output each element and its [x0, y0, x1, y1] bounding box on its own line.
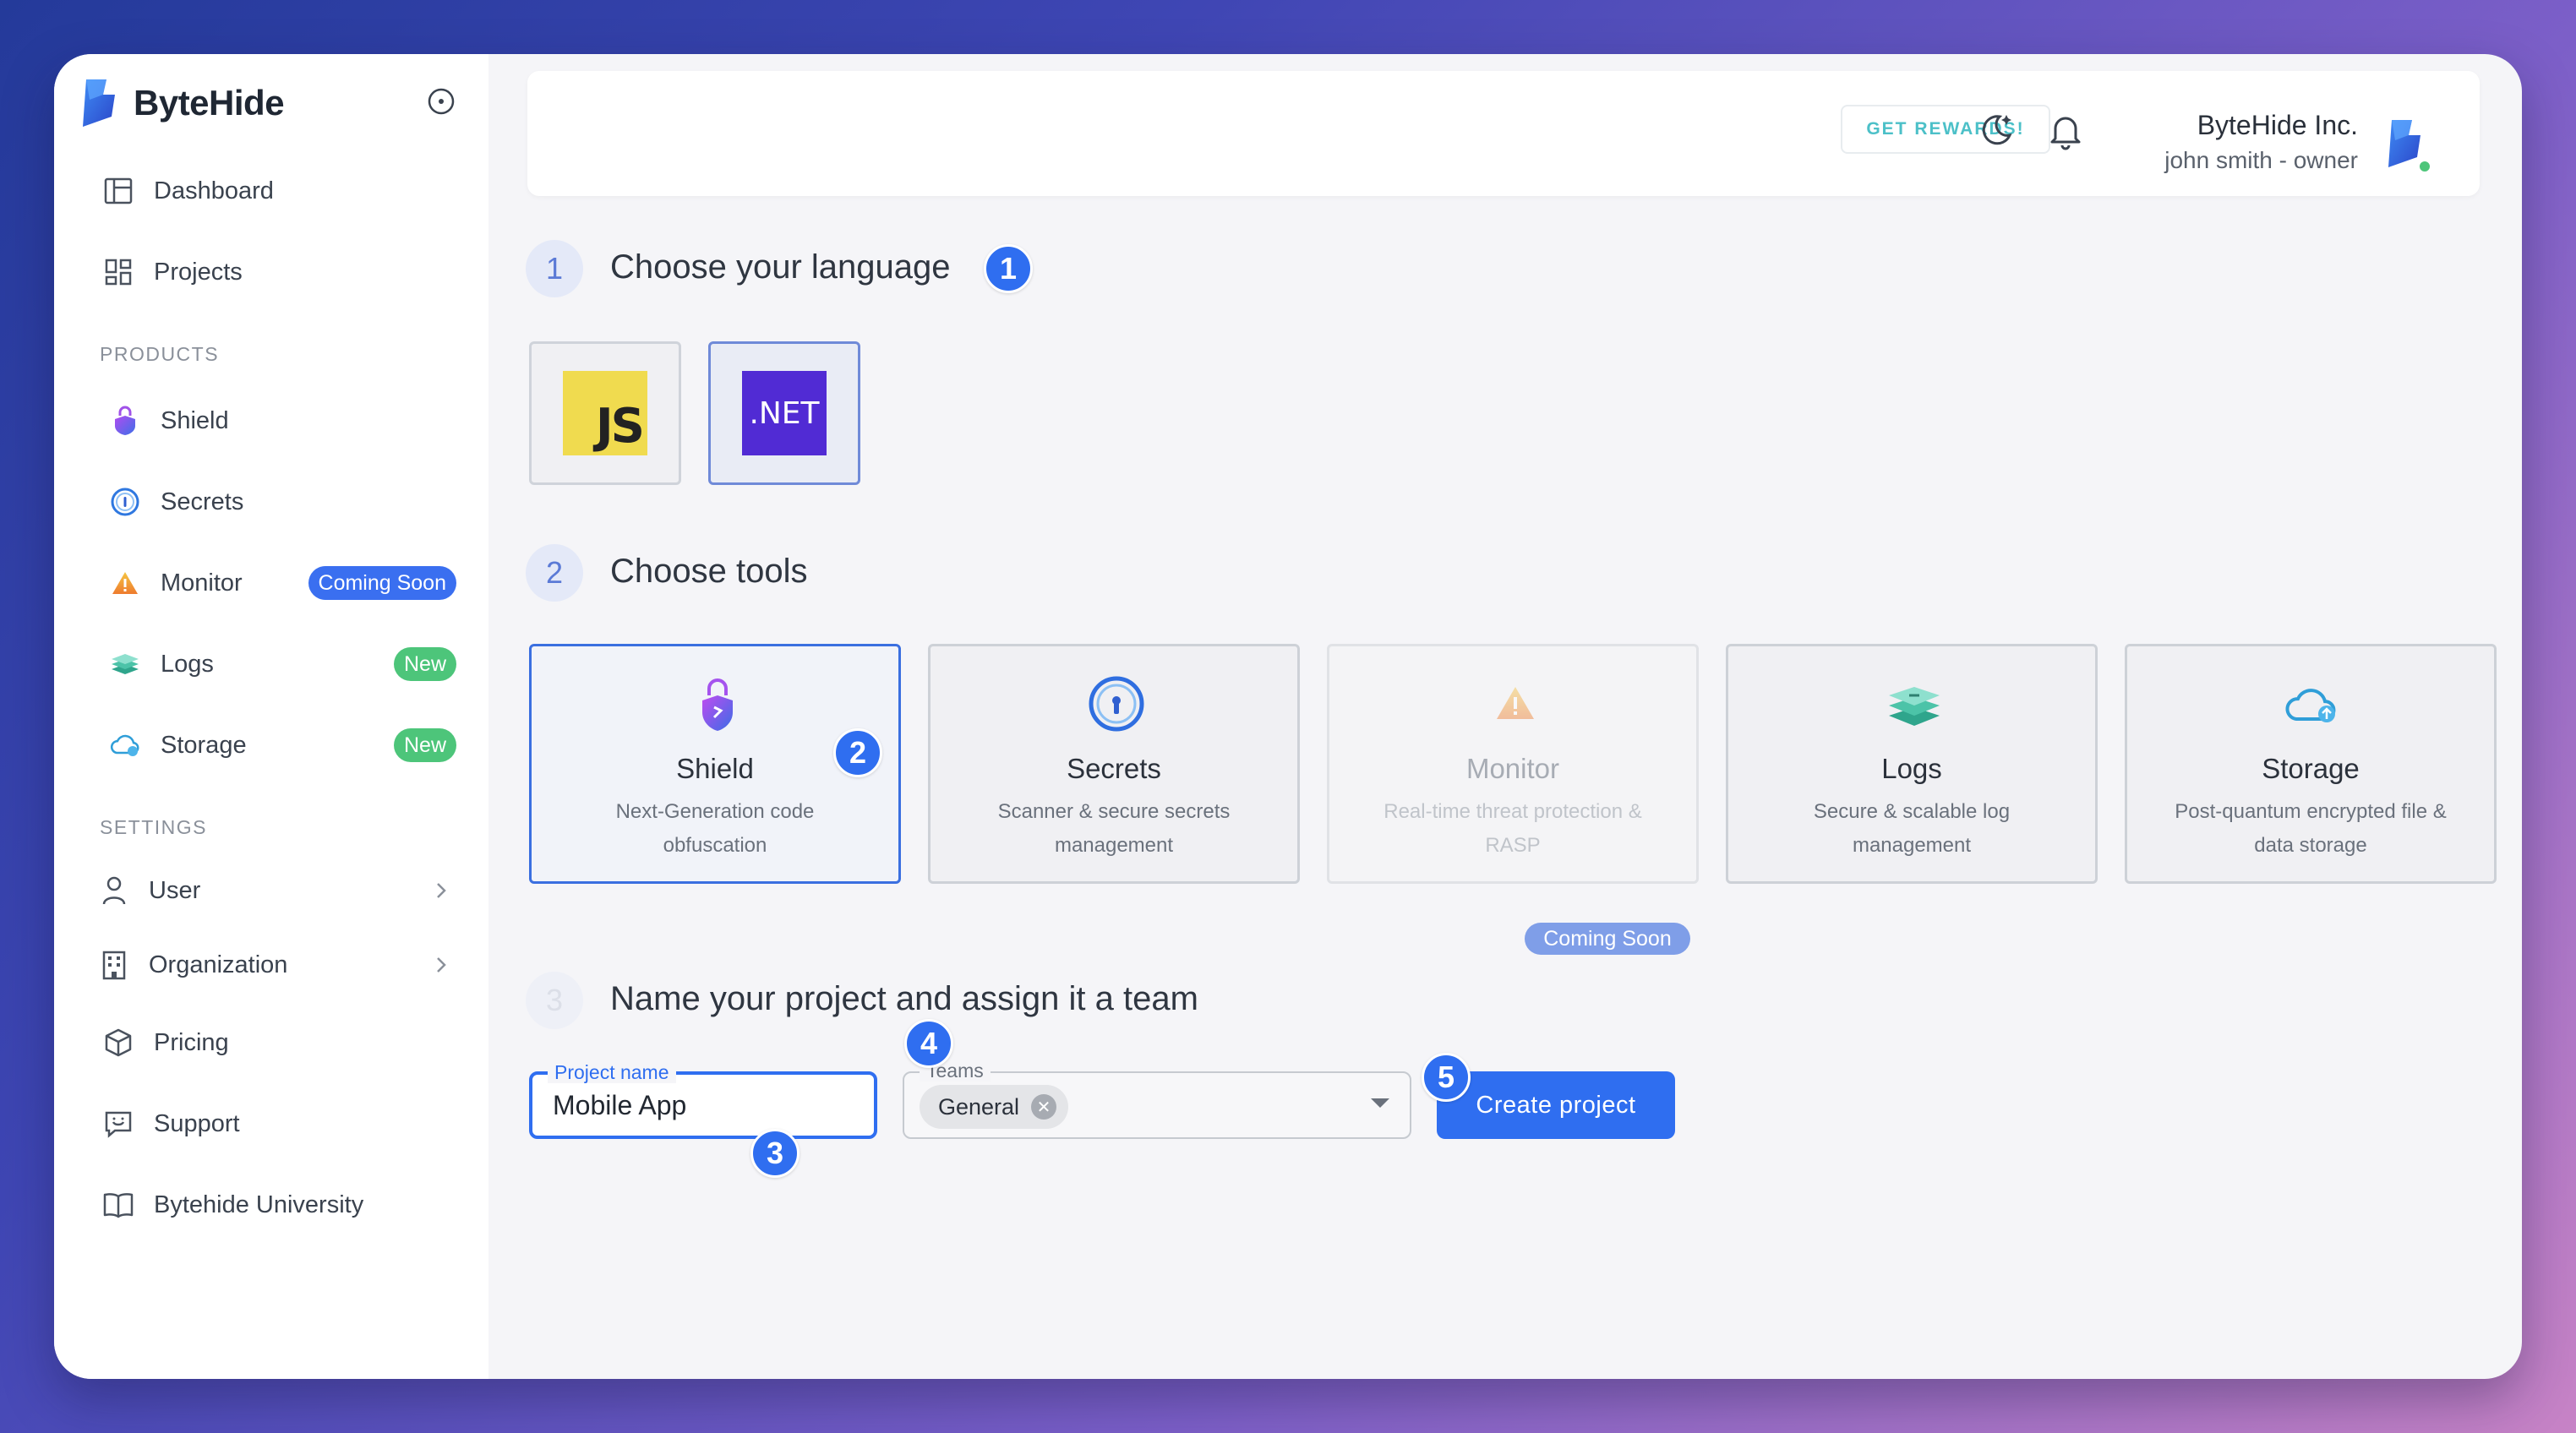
projects-icon	[101, 255, 135, 289]
support-icon	[101, 1107, 135, 1141]
step-number: 2	[526, 544, 583, 602]
sidebar-item-secrets[interactable]: Secrets	[108, 475, 456, 529]
online-status-dot	[2417, 159, 2432, 174]
sidebar-item-label: Storage	[161, 731, 247, 759]
coming-soon-badge: Coming Soon	[308, 566, 456, 600]
language-option-dotnet[interactable]: .NET	[708, 341, 860, 485]
section-label-settings: SETTINGS	[100, 816, 208, 838]
sidebar-item-label: Secrets	[161, 488, 244, 515]
tool-title: Storage	[2262, 753, 2360, 784]
tool-description: Secure & scalable log management	[1813, 800, 2011, 857]
sidebar-item-organization[interactable]: Organization	[101, 938, 456, 992]
book-icon	[101, 1188, 135, 1222]
step-number: 1	[526, 240, 583, 297]
user-role: john smith - owner	[2164, 147, 2358, 173]
get-rewards-button[interactable]: GET REWARDS!	[1841, 105, 2050, 154]
tool-title: Monitor	[1465, 753, 1560, 784]
top-bar: GET REWARDS! ByteHide Inc. john smith - …	[527, 71, 2480, 196]
notifications-bell-icon[interactable]	[2045, 110, 2086, 150]
chevron-right-icon	[437, 957, 446, 973]
javascript-logo-icon: JS	[563, 371, 647, 455]
organization-name[interactable]: ByteHide Inc.	[2197, 110, 2358, 141]
annotation-marker: 1	[984, 244, 1033, 293]
sidebar-item-logs[interactable]: Logs New	[108, 637, 456, 691]
team-chip[interactable]: General ✕	[920, 1085, 1069, 1129]
section-label-products: PRODUCTS	[100, 343, 220, 365]
sidebar-item-university[interactable]: Bytehide University	[101, 1178, 456, 1232]
tool-card-storage[interactable]: Storage Post-quantum encrypted file & da…	[2125, 644, 2497, 884]
brand-name: ByteHide	[134, 83, 285, 123]
tool-title: Logs	[1881, 753, 1942, 784]
pricing-icon	[101, 1026, 135, 1060]
bytehide-logo-icon	[83, 79, 115, 127]
tool-description: Real-time threat protection & RASP	[1384, 800, 1642, 857]
monitor-icon	[1497, 687, 1534, 719]
sidebar-item-dashboard[interactable]: Dashboard	[101, 164, 456, 218]
secrets-icon	[108, 485, 142, 519]
dotnet-logo-icon: .NET	[742, 371, 827, 455]
user-icon	[101, 874, 127, 907]
logs-icon	[108, 647, 142, 681]
annotation-marker: 3	[750, 1129, 800, 1178]
secrets-icon	[1089, 676, 1144, 732]
sidebar-item-label: Bytehide University	[154, 1191, 364, 1218]
create-project-button[interactable]: Create project	[1437, 1071, 1675, 1139]
sidebar-item-storage[interactable]: Storage New	[108, 718, 456, 772]
tool-card-logs[interactable]: Logs Secure & scalable log management	[1726, 644, 2098, 884]
sidebar-item-label: Logs	[161, 650, 214, 678]
annotation-marker: 4	[904, 1019, 953, 1068]
sidebar-item-projects[interactable]: Projects	[101, 245, 456, 299]
project-name-field[interactable]: Project name Mobile App	[529, 1061, 877, 1139]
dashboard-icon	[101, 174, 135, 208]
new-badge: New	[393, 728, 456, 762]
dark-mode-moon-icon[interactable]	[1976, 110, 2017, 150]
tool-title: Secrets	[1067, 753, 1161, 784]
sidebar-item-label: Support	[154, 1109, 240, 1137]
step-title-tools: Choose tools	[610, 553, 808, 590]
sidebar-item-label: Dashboard	[154, 177, 274, 204]
tool-description: Scanner & secure secrets management	[997, 800, 1231, 857]
storage-icon	[108, 728, 142, 762]
sidebar-item-label: Projects	[154, 258, 243, 286]
tool-description: Post-quantum encrypted file & data stora…	[2175, 800, 2447, 857]
sidebar-item-label: Organization	[149, 951, 288, 978]
logs-icon	[1889, 687, 1940, 726]
storage-icon	[2285, 689, 2336, 722]
step-title-language: Choose your language	[610, 248, 951, 286]
sidebar-toggle-icon[interactable]	[424, 84, 458, 118]
brand[interactable]: ByteHide	[78, 73, 285, 133]
sidebar-item-label: Shield	[161, 406, 229, 434]
project-name-input[interactable]: Mobile App	[553, 1090, 686, 1121]
sidebar-item-user[interactable]: User	[101, 864, 456, 918]
sidebar-item-monitor[interactable]: Monitor Coming Soon	[108, 556, 456, 610]
organization-icon	[101, 948, 127, 982]
annotation-marker: 2	[833, 728, 882, 777]
sidebar: ByteHide Dashboard Projects PRODUCTS Shi…	[54, 54, 488, 1379]
remove-chip-icon[interactable]: ✕	[1031, 1094, 1057, 1120]
teams-select[interactable]: Teams General ✕	[903, 1060, 1411, 1139]
language-option-js[interactable]: JS	[529, 341, 681, 485]
app-window: ByteHide Dashboard Projects PRODUCTS Shi…	[54, 54, 2522, 1379]
tool-description: Next-Generation code obfuscation	[615, 800, 815, 857]
new-badge: New	[393, 647, 456, 681]
dropdown-arrow-icon[interactable]	[1371, 1098, 1389, 1108]
chevron-right-icon	[437, 883, 446, 898]
sidebar-item-label: Pricing	[154, 1028, 229, 1056]
sidebar-item-shield[interactable]: Shield	[108, 394, 456, 448]
shield-icon	[108, 404, 142, 438]
team-chip-label: General	[938, 1093, 1020, 1120]
sidebar-item-label: User	[149, 876, 201, 904]
annotation-marker: 5	[1422, 1053, 1471, 1102]
monitor-icon	[108, 566, 142, 600]
project-name-label: Project name	[548, 1061, 676, 1083]
shield-icon	[702, 678, 733, 731]
sidebar-item-support[interactable]: Support	[101, 1097, 456, 1151]
step-title-project: Name your project and assign it a team	[610, 980, 1198, 1017]
sidebar-item-label: Monitor	[161, 569, 243, 597]
tool-card-monitor: Monitor Real-time threat protection & RA…	[1327, 644, 1699, 884]
step-number: 3	[526, 972, 583, 1029]
sidebar-item-pricing[interactable]: Pricing	[101, 1016, 456, 1070]
coming-soon-badge: Coming Soon	[1525, 923, 1690, 955]
tool-card-secrets[interactable]: Secrets Scanner & secure secrets managem…	[928, 644, 1300, 884]
